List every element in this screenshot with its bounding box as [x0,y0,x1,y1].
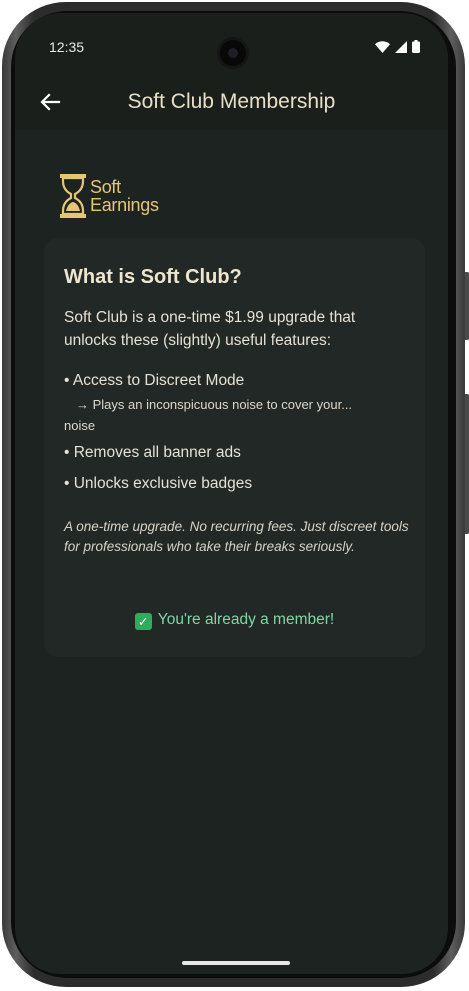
feature-item-discreet-mode: • Access to Discreet Mode [64,372,245,389]
page-title: Soft Club Membership [127,90,336,113]
feature-sub-description: → Plays an inconspicuous noise to cover … [76,397,353,412]
membership-card: What is Soft Club? Soft Club is a one-ti… [44,238,425,657]
feature-sub-description-cont: noise [64,418,96,433]
check-mark-icon: ✓ [134,613,152,630]
card-note: A one-time upgrade. No recurring fees. J… [64,519,409,554]
app-logo: Soft Earnings [60,173,159,219]
logo-text-line1: Soft [90,177,121,197]
status-bar: 12:35 [15,13,448,73]
battery-icon [412,40,420,53]
screen: 12:35 Soft Club Membership Soft Earnings… [15,13,448,974]
member-status-text: You're already a member! [157,611,335,628]
volume-button [465,394,469,534]
power-button [465,272,469,340]
member-status: ✓ You're already a member! [44,611,425,630]
logo-text-line2: Earnings [90,195,159,215]
hourglass-icon [60,174,86,218]
status-time: 12:35 [49,39,85,55]
card-title: What is Soft Club? [64,266,242,288]
feature-item-badges: • Unlocks exclusive badges [64,475,253,492]
app-bar: Soft Club Membership [15,73,448,130]
wifi-icon [375,40,390,53]
card-intro: Soft Club is a one-time $1.99 upgrade th… [64,309,356,349]
home-indicator[interactable] [182,961,290,965]
signal-icon [395,40,407,53]
status-icons [375,40,420,53]
phone-frame: 12:35 Soft Club Membership Soft Earnings… [2,2,469,987]
front-camera [220,40,246,66]
feature-item-remove-ads: • Removes all banner ads [64,444,241,461]
